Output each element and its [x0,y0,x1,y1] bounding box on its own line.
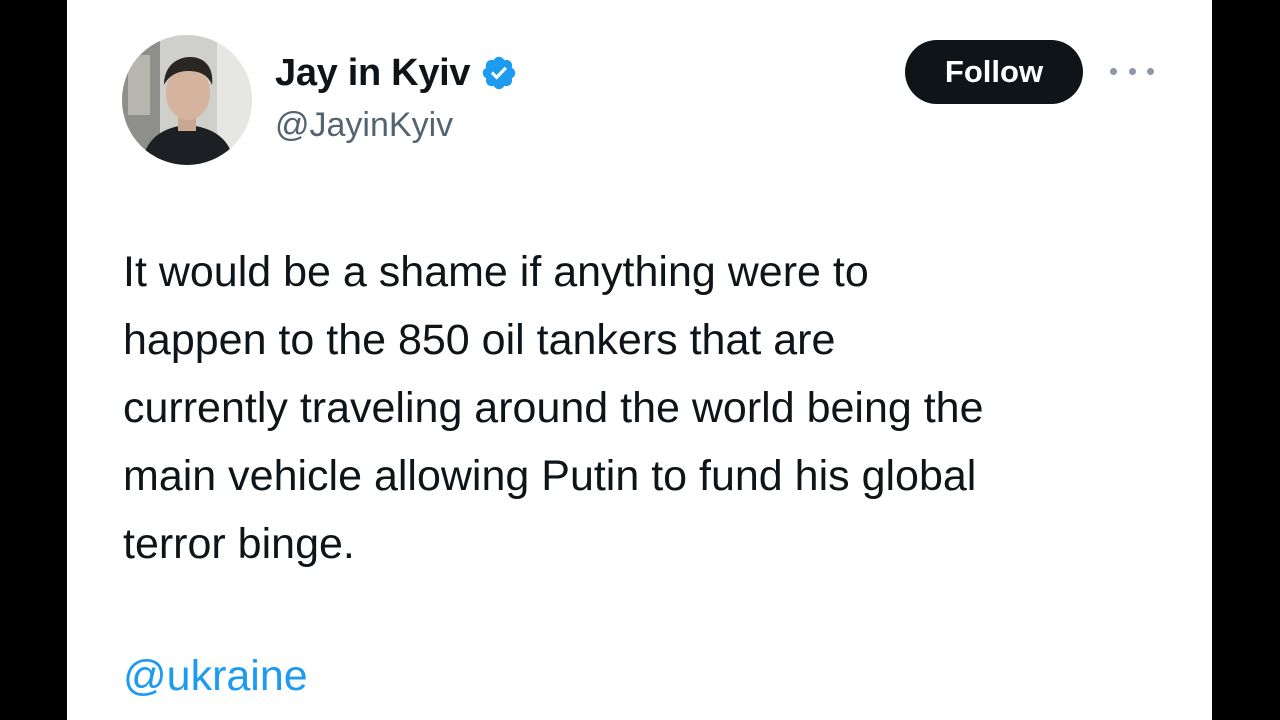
user-photo-avatar-icon [122,35,252,165]
tweet-text-line: main vehicle allowing Putin to fund his … [123,452,977,500]
avatar[interactable] [122,35,252,165]
author-handle[interactable]: @JayinKyiv [275,106,453,145]
mention-link[interactable]: @ukraine [123,644,308,708]
tweet-text: It would be a shame if anything were to … [123,238,1183,578]
author-name-row: Jay in Kyiv [275,47,518,99]
more-dots-icon[interactable] [1110,56,1154,86]
tweet-text-line: currently traveling around the world bei… [123,384,984,432]
dot [1128,67,1136,75]
author-display-name[interactable]: Jay in Kyiv [275,52,471,95]
tweet-text-line: terror binge. [123,520,355,568]
tweet-text-line: It would be a shame if anything were to [123,248,869,296]
verified-badge-icon [480,54,518,92]
dot [1147,67,1154,75]
follow-button[interactable]: Follow [905,40,1083,104]
tweet-text-line: happen to the 850 oil tankers that are [123,316,836,364]
tweet-card: Jay in Kyiv @JayinKyiv Follow It would b… [67,0,1212,720]
video-frame: Jay in Kyiv @JayinKyiv Follow It would b… [0,0,1280,720]
dot [1110,67,1117,75]
